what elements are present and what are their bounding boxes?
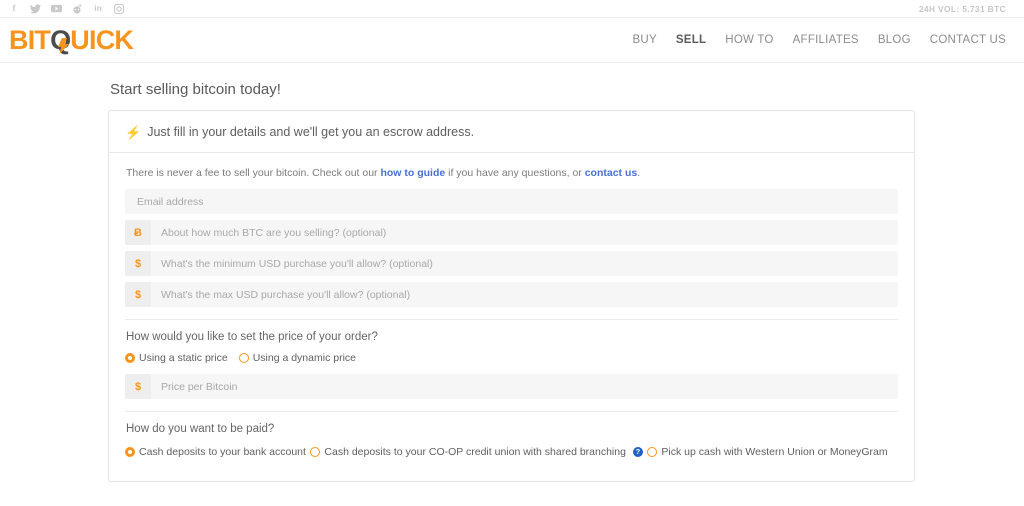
section-divider <box>125 411 898 412</box>
radio-indicator[interactable] <box>125 353 135 363</box>
nav-item-sell[interactable]: SELL <box>676 34 706 46</box>
lead-text-3: . <box>637 167 641 179</box>
min-usd-field-wrapper[interactable]: $ <box>125 251 898 276</box>
dollar-symbol-icon: $ <box>125 374 151 399</box>
panel-body: There is never a fee to sell your bitcoi… <box>109 153 914 481</box>
section-divider <box>125 319 898 320</box>
logo-text-uick: UICK <box>70 24 134 55</box>
nav-item-affiliates[interactable]: AFFILIATES <box>793 34 859 46</box>
btc-amount-field-wrapper[interactable]: Ƀ <box>125 220 898 245</box>
radio-indicator[interactable] <box>647 447 658 457</box>
lead-text: There is never a fee to sell your bitcoi… <box>126 167 898 179</box>
radio-label: Pick up cash with Western Union or Money… <box>661 446 888 458</box>
volume-indicator: 24H VOL: 5.731 BTC <box>918 3 1006 14</box>
price-question-label: How would you like to set the price of y… <box>126 331 378 343</box>
radio-indicator[interactable] <box>125 447 135 457</box>
email-field-wrapper[interactable] <box>125 189 898 214</box>
lead-text-1: There is never a fee to sell your bitcoi… <box>126 167 381 179</box>
max-usd-input[interactable] <box>151 282 898 307</box>
dollar-symbol-icon: $ <box>125 251 151 276</box>
min-usd-input[interactable] <box>151 251 898 276</box>
site-header: BITQ UICK BUY SELL HOW TO AFFILIATES BLOG… <box>0 18 1024 63</box>
contact-us-link[interactable]: contact us <box>585 167 638 179</box>
how-to-guide-link[interactable]: how to guide <box>380 167 445 179</box>
radio-indicator[interactable] <box>238 353 249 363</box>
nav-item-buy[interactable]: BUY <box>632 34 656 46</box>
radio-western-union[interactable]: Pick up cash with Western Union or Money… <box>647 446 888 458</box>
lightning-bolt-icon: ⚡ <box>125 124 142 140</box>
top-utility-bar: f in 24H VOL: 5.731 BTC <box>0 0 1024 18</box>
youtube-icon[interactable] <box>50 3 62 15</box>
site-logo[interactable]: BITQ UICK <box>6 24 134 55</box>
radio-label: Using a static price <box>139 352 228 364</box>
sell-form-panel: ⚡ Just fill in your details and we'll ge… <box>108 110 915 482</box>
radio-label: Using a dynamic price <box>252 352 356 364</box>
instagram-icon[interactable] <box>113 3 125 15</box>
lead-text-2: if you have any questions, or <box>445 167 585 179</box>
radio-label: Cash deposits to your CO-OP credit union… <box>324 446 626 458</box>
email-input[interactable] <box>125 189 898 214</box>
nav-item-how-to[interactable]: HOW TO <box>725 34 773 46</box>
page-title: Start selling bitcoin today! <box>110 81 281 98</box>
linkedin-icon[interactable]: in <box>92 3 104 15</box>
page-content: Start selling bitcoin today! ⚡ Just fill… <box>0 63 1024 482</box>
max-usd-field-wrapper[interactable]: $ <box>125 282 898 307</box>
radio-bank-deposit[interactable]: Cash deposits to your bank account <box>125 446 306 458</box>
payment-method-radio-group: Cash deposits to your bank account Cash … <box>125 444 898 467</box>
twitter-icon[interactable] <box>29 3 41 15</box>
payment-question-label: How do you want to be paid? <box>126 423 275 435</box>
radio-indicator[interactable] <box>310 447 321 457</box>
facebook-icon[interactable]: f <box>8 3 20 15</box>
reddit-icon[interactable] <box>71 3 83 15</box>
price-mode-radio-group: Using a static price Using a dynamic pri… <box>125 352 898 364</box>
nav-item-contact-us[interactable]: CONTACT US <box>930 34 1006 46</box>
help-icon[interactable]: ? <box>632 447 643 457</box>
bitcoin-symbol-icon: Ƀ <box>125 220 151 245</box>
btc-amount-input[interactable] <box>151 220 898 245</box>
panel-header: ⚡ Just fill in your details and we'll ge… <box>109 111 914 153</box>
price-per-bitcoin-input[interactable] <box>151 374 898 399</box>
price-per-bitcoin-field-wrapper[interactable]: $ <box>125 374 898 399</box>
nav-item-blog[interactable]: BLOG <box>878 34 911 46</box>
radio-static-price[interactable]: Using a static price <box>125 352 228 364</box>
social-links: f in <box>8 3 125 15</box>
radio-dynamic-price[interactable]: Using a dynamic price <box>238 352 356 364</box>
radio-coop-credit-union[interactable]: Cash deposits to your CO-OP credit union… <box>310 446 643 458</box>
main-nav: BUY SELL HOW TO AFFILIATES BLOG CONTACT … <box>632 34 1008 46</box>
dollar-symbol-icon: $ <box>125 282 151 307</box>
panel-header-text: Just fill in your details and we'll get … <box>147 125 475 139</box>
radio-label: Cash deposits to your bank account <box>139 446 306 458</box>
logo-text-bit: BIT <box>9 24 51 55</box>
